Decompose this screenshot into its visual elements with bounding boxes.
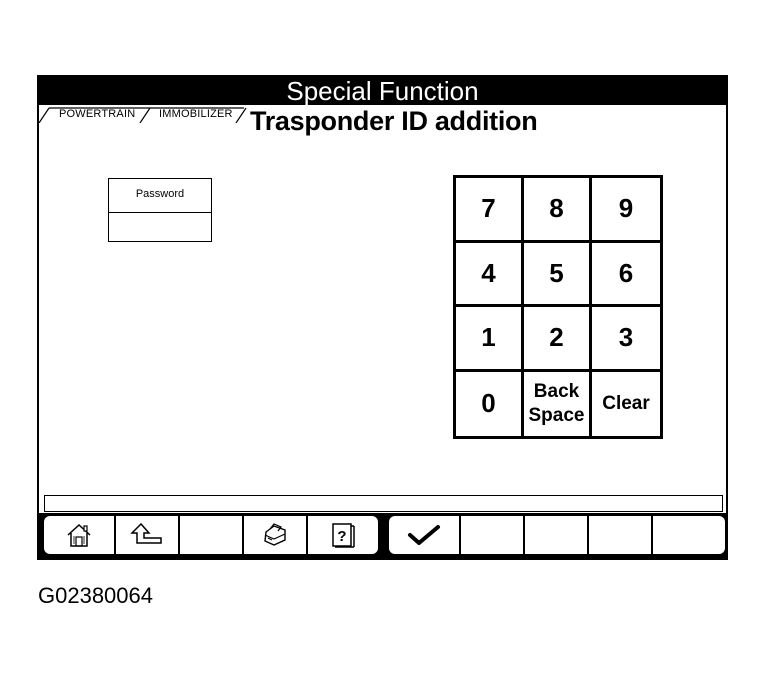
home-button[interactable] — [44, 516, 116, 554]
bottom-toolbar: ? — [39, 513, 726, 558]
ok-button[interactable] — [389, 516, 461, 554]
key-2[interactable]: 2 — [524, 307, 592, 372]
backspace-key-line1: Back — [533, 380, 580, 402]
toolbar-blank-button-1[interactable] — [180, 516, 244, 554]
figure-id: G02380064 — [38, 583, 153, 608]
toolbar-right-group — [389, 516, 725, 554]
key-7[interactable]: 7 — [456, 178, 524, 243]
checkmark-icon — [408, 525, 440, 545]
backspace-key-line2: Space — [528, 404, 585, 426]
key-8[interactable]: 8 — [524, 178, 592, 243]
backspace-key[interactable]: Back Space — [524, 371, 592, 436]
toolbar-blank-button-5[interactable] — [653, 516, 725, 554]
key-6[interactable]: 6 — [592, 243, 660, 307]
toolbar-blank-button-4[interactable] — [589, 516, 653, 554]
status-bar — [44, 495, 723, 512]
key-3[interactable]: 3 — [592, 307, 660, 372]
help-button[interactable]: ? — [308, 516, 378, 554]
key-5[interactable]: 5 — [524, 242, 592, 307]
password-input[interactable] — [109, 213, 211, 243]
key-0[interactable]: 0 — [456, 371, 524, 436]
print-icon — [264, 523, 286, 546]
window-title: Special Function — [39, 77, 726, 105]
breadcrumb-item-immobilizer[interactable]: IMMOBILIZER — [159, 108, 233, 120]
svg-text:?: ? — [337, 528, 346, 545]
key-4[interactable]: 4 — [456, 242, 524, 307]
help-icon: ? — [332, 523, 355, 548]
toolbar-left-group: ? — [44, 516, 378, 554]
page-title: Trasponder ID addition — [250, 106, 538, 136]
numeric-keypad: 7 8 9 4 5 6 1 2 3 0 Back Space Clear — [453, 175, 663, 439]
toolbar-blank-button-3[interactable] — [525, 516, 589, 554]
back-arrow-icon — [130, 522, 162, 544]
breadcrumb-item-powertrain[interactable]: POWERTRAIN — [59, 108, 135, 120]
tester-screen: Special Function POWERTRAIN IMMOBILIZER … — [37, 75, 728, 560]
breadcrumb: POWERTRAIN IMMOBILIZER — [39, 107, 249, 123]
toolbar-blank-button-2[interactable] — [461, 516, 525, 554]
print-button[interactable] — [244, 516, 308, 554]
home-icon — [67, 523, 91, 547]
clear-key[interactable]: Clear — [592, 372, 660, 437]
key-1[interactable]: 1 — [456, 307, 524, 372]
password-field[interactable]: Password — [108, 178, 212, 242]
password-label: Password — [109, 179, 211, 213]
key-9[interactable]: 9 — [592, 178, 660, 243]
back-button[interactable] — [116, 516, 180, 554]
